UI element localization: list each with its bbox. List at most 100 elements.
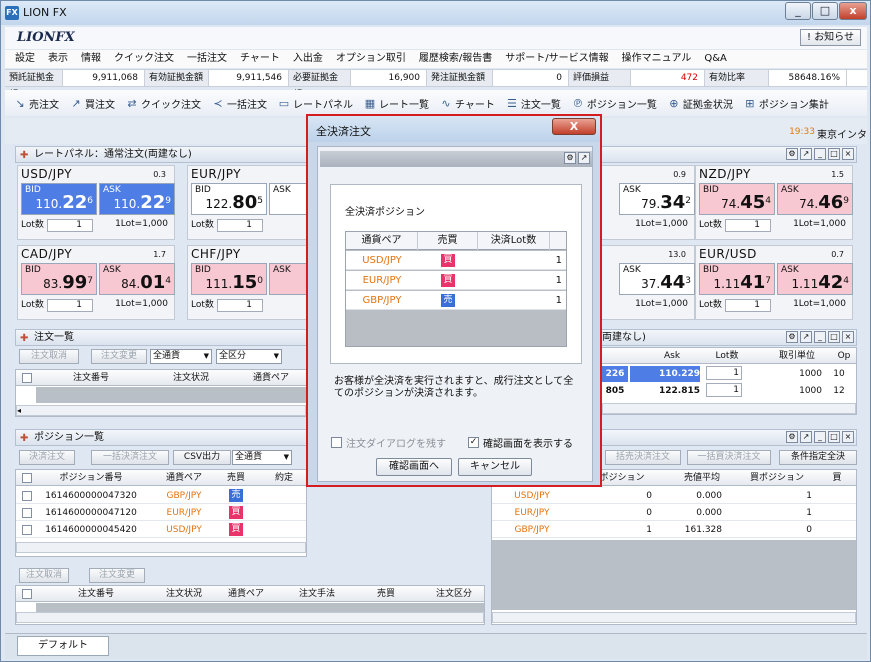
min-icon[interactable]: _	[814, 331, 826, 343]
bulk-settle-button[interactable]: 一括決済注文	[91, 450, 169, 465]
row-checkbox[interactable]	[22, 525, 32, 535]
menu-item[interactable]: 表示	[48, 50, 68, 68]
close-icon[interactable]: ×	[842, 148, 854, 160]
currency-filter[interactable]: 全通貨	[150, 349, 212, 364]
bulk-buy-settle-button[interactable]: 一括買決済注文	[687, 450, 771, 465]
pin-icon[interactable]: ↗	[800, 331, 812, 343]
pin-icon[interactable]: ↗	[800, 431, 812, 443]
lot-input[interactable]: 1	[217, 299, 263, 312]
toolbar-margin-status-button[interactable]: ⊕ 証拠金状況	[667, 96, 733, 111]
type-filter[interactable]: 全区分	[216, 349, 282, 364]
toolbar-position-summary-button[interactable]: ⊞ ポジション集計	[743, 96, 829, 111]
modify-order-button[interactable]: 注文変更	[91, 349, 147, 364]
toolbar-rate-list-button[interactable]: ▦ レート一覧	[363, 96, 429, 111]
table-row[interactable]: 1614600000045420 USD/JPY 買	[16, 522, 306, 538]
menu-item[interactable]: 履歴検索/報告書	[419, 50, 492, 68]
min-icon[interactable]: _	[814, 148, 826, 160]
keep-dialog-option[interactable]: 注文ダイアログを残す	[331, 435, 446, 450]
toolbar-sell-order-button[interactable]: ↘ 売注文	[13, 96, 59, 111]
toolbar-chart-button[interactable]: ∿ チャート	[439, 96, 495, 111]
menu-item[interactable]: オプション取引	[336, 50, 406, 68]
bulk-sell-settle-button[interactable]: 括売決済注文	[605, 450, 681, 465]
ask-button[interactable]: ASK 37.443	[619, 263, 695, 295]
close-icon[interactable]: ×	[842, 431, 854, 443]
cancel-order-button[interactable]: 注文取消	[19, 349, 79, 364]
lot-input[interactable]: 1	[47, 299, 93, 312]
menu-item[interactable]: 操作マニュアル	[622, 50, 692, 68]
conditional-settle-button[interactable]: 条件指定全決	[779, 450, 857, 465]
bid-button[interactable]: BID 110.226	[21, 183, 97, 215]
lot-input[interactable]: 1	[47, 219, 93, 232]
restore-icon[interactable]: □	[828, 431, 840, 443]
row-checkbox[interactable]	[22, 508, 32, 518]
lot-input[interactable]: 1	[706, 383, 742, 397]
toolbar-order-list-button[interactable]: ☰ 注文一覧	[505, 96, 561, 111]
settings-icon[interactable]: ⚙	[786, 331, 798, 343]
ask-button[interactable]: ASK 110.229	[99, 183, 175, 215]
tab-default[interactable]: デフォルト	[17, 636, 109, 656]
toolbar-bulk-order-button[interactable]: ≺ 一括注文	[211, 96, 267, 111]
rate-list-hscroll[interactable]	[602, 403, 856, 414]
settings-icon[interactable]: ⚙	[786, 431, 798, 443]
min-icon[interactable]: _	[814, 431, 826, 443]
ask-cell[interactable]: 122.815	[630, 383, 700, 399]
pin-icon[interactable]: ↗	[578, 152, 590, 164]
settle-order-button[interactable]: 決済注文	[19, 450, 75, 465]
modify-order-button-2[interactable]: 注文変更	[89, 568, 145, 583]
row-checkbox[interactable]	[22, 491, 32, 501]
select-all-checkbox[interactable]	[22, 473, 32, 483]
toolbar-position-list-button[interactable]: ℗ ポジション一覧	[571, 96, 657, 111]
bid-button[interactable]: BID 1.11417	[699, 263, 775, 295]
orders2-hscroll[interactable]	[16, 612, 484, 623]
lot-input[interactable]: 1	[725, 299, 771, 312]
cancel-order-button-2[interactable]: 注文取消	[19, 568, 69, 583]
close-button[interactable]: x	[839, 2, 867, 20]
dialog-close-button[interactable]: X	[552, 118, 596, 135]
orders-hscroll[interactable]: ◂	[16, 405, 306, 416]
show-confirm-checkbox[interactable]: ✓	[468, 437, 479, 448]
menu-item[interactable]: 設定	[15, 50, 35, 68]
select-all-checkbox[interactable]	[22, 589, 32, 599]
pin-icon[interactable]: ↗	[800, 148, 812, 160]
lot-input[interactable]: 1	[706, 366, 742, 380]
bid-button[interactable]: BID 111.150	[191, 263, 267, 295]
positions-hscroll[interactable]	[16, 542, 306, 553]
lot-input[interactable]: 1	[217, 219, 263, 232]
notice-button[interactable]: ! お知らせ	[800, 29, 861, 46]
lot-input[interactable]: 1	[725, 219, 771, 232]
menu-item[interactable]: サポート/サービス情報	[505, 50, 608, 68]
confirm-screen-button[interactable]: 確認画面へ	[376, 458, 452, 476]
ask-cell[interactable]: 110.229	[630, 366, 700, 382]
select-all-checkbox[interactable]	[22, 373, 32, 383]
restore-icon[interactable]: □	[828, 331, 840, 343]
menu-item[interactable]: 情報	[81, 50, 101, 68]
toolbar-rate-panel-button[interactable]: ▭ レートパネル	[277, 96, 353, 111]
table-row[interactable]: 1614600000047120 EUR/JPY 買	[16, 505, 306, 521]
bid-button[interactable]: BID 74.454	[699, 183, 775, 215]
cancel-button[interactable]: キャンセル	[458, 458, 532, 476]
ask-button[interactable]: ASK 84.014	[99, 263, 175, 295]
menu-item[interactable]: 入出金	[293, 50, 323, 68]
settings-icon[interactable]: ⚙	[786, 148, 798, 160]
close-icon[interactable]: ×	[842, 331, 854, 343]
show-confirm-option[interactable]: ✓ 確認画面を表示する	[468, 435, 573, 450]
table-row[interactable]: USD/JPY 0 0.000 1	[492, 488, 856, 504]
ask-button[interactable]: ASK 79.342	[619, 183, 695, 215]
menu-item[interactable]: Q&A	[704, 50, 727, 68]
menu-item[interactable]: チャート	[240, 50, 280, 68]
keep-dialog-checkbox[interactable]	[331, 437, 342, 448]
maximize-button[interactable]: □	[812, 2, 838, 20]
table-row[interactable]: EUR/JPY 0 0.000 1	[492, 505, 856, 521]
toolbar-quick-order-button[interactable]: ⇄ クイック注文	[125, 96, 201, 111]
position-currency-filter[interactable]: 全通貨	[232, 450, 292, 465]
restore-icon[interactable]: □	[828, 148, 840, 160]
bid-button[interactable]: BID 83.997	[21, 263, 97, 295]
toolbar-buy-order-button[interactable]: ↗ 買注文	[69, 96, 115, 111]
table-row[interactable]: GBP/JPY 1 161.328 0	[492, 522, 856, 538]
minimize-button[interactable]: _	[785, 2, 811, 20]
settings-icon[interactable]: ⚙	[564, 152, 576, 164]
ask-button[interactable]: ASK 1.11424	[777, 263, 853, 295]
ask-button[interactable]: ASK 74.469	[777, 183, 853, 215]
summary-hscroll[interactable]	[492, 612, 856, 623]
menu-item[interactable]: 一括注文	[187, 50, 227, 68]
